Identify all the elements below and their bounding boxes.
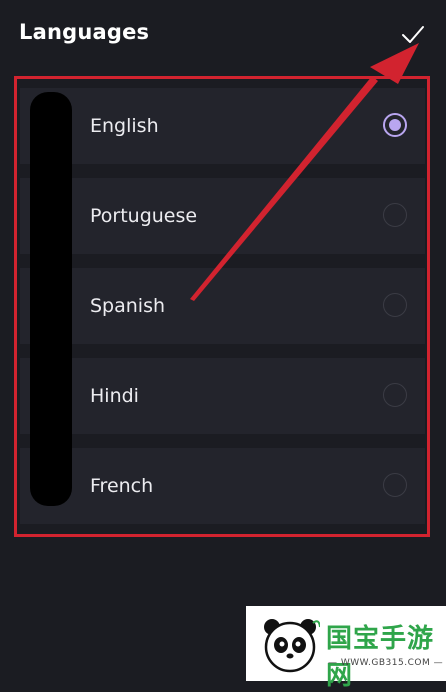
language-option-spanish[interactable]: Spanish (20, 268, 425, 344)
language-option-french[interactable]: French (20, 448, 425, 524)
language-label: French (90, 475, 154, 497)
watermark: 国宝手游网 — WWW.GB315.COM — (246, 606, 446, 691)
radio-unselected-icon[interactable] (383, 383, 407, 407)
radio-unselected-icon[interactable] (383, 203, 407, 227)
language-option-hindi[interactable]: Hindi (20, 358, 425, 434)
language-option-english[interactable]: English (20, 88, 425, 164)
language-label: Portuguese (90, 205, 198, 227)
language-label: English (90, 115, 159, 137)
checkmark-icon (402, 26, 424, 43)
panda-logo-icon (264, 619, 320, 673)
language-option-portuguese[interactable]: Portuguese (20, 178, 425, 254)
redaction-bar (30, 92, 72, 506)
language-label: Spanish (90, 295, 166, 317)
radio-unselected-icon[interactable] (383, 293, 407, 317)
app-header: Languages (0, 0, 446, 72)
language-label: Hindi (90, 385, 139, 407)
watermark-url: — WWW.GB315.COM — (328, 658, 444, 668)
radio-selected-icon[interactable] (383, 113, 407, 137)
radio-unselected-icon[interactable] (383, 473, 407, 497)
page-title: Languages (19, 20, 150, 44)
language-list: English Portuguese Spanish Hindi French (20, 83, 425, 532)
confirm-button[interactable] (398, 22, 428, 48)
